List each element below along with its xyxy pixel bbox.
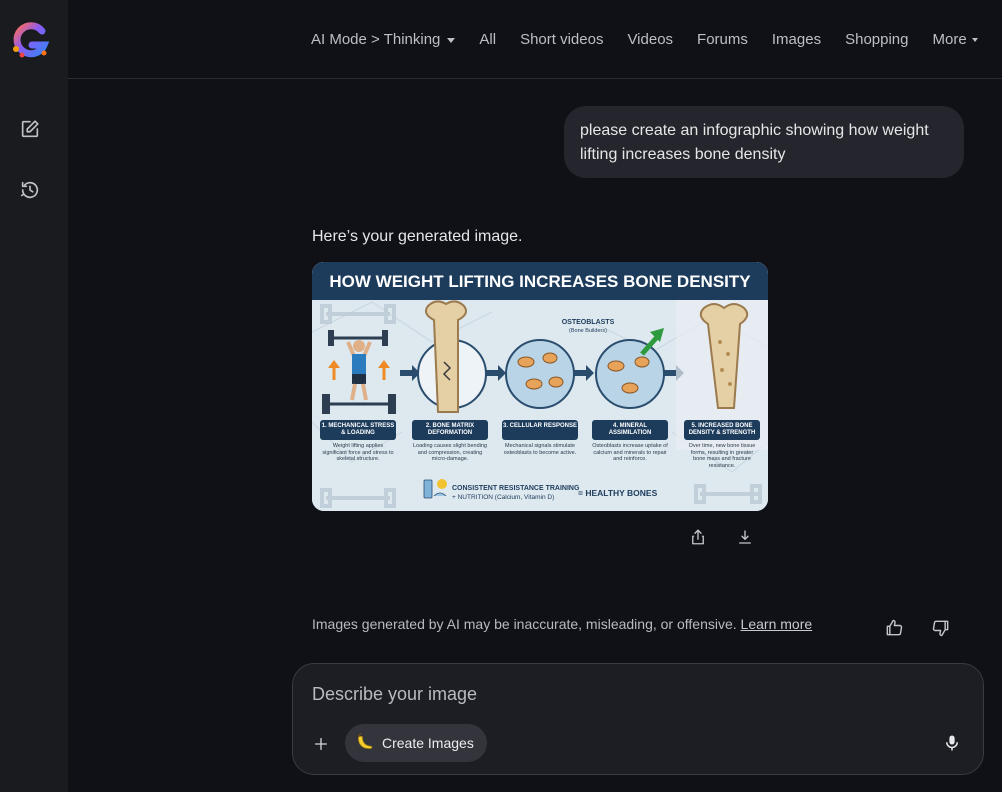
disclaimer-text: Images generated by AI may be inaccurate…	[312, 616, 737, 632]
download-icon	[739, 530, 751, 544]
step-1-desc: Weight lifting applies significant force…	[322, 443, 394, 462]
share-icon	[692, 529, 704, 545]
share-button[interactable]	[686, 525, 710, 549]
search-tabs: AI Mode > Thinking All Short videos Vide…	[311, 31, 978, 48]
step-1-title: 1. MECHANICAL STRESS & LOADING	[321, 423, 395, 436]
generated-image[interactable]: HOW WEIGHT LIFTING INCREASES BONE DENSIT…	[312, 262, 768, 511]
microphone-icon	[946, 735, 958, 751]
infographic-title: HOW WEIGHT LIFTING INCREASES BONE DENSIT…	[329, 272, 751, 291]
banana-icon	[354, 731, 376, 756]
thumbs-down-button[interactable]	[929, 616, 953, 640]
thumbs-up-icon	[886, 619, 903, 636]
edit-icon	[21, 120, 39, 138]
tab-images[interactable]: Images	[772, 31, 821, 48]
top-bar: AI Mode > Thinking All Short videos Vide…	[68, 0, 1002, 79]
history-button[interactable]	[14, 174, 46, 206]
tab-shopping[interactable]: Shopping	[845, 31, 908, 48]
google-g-logo-icon[interactable]	[8, 19, 52, 63]
step-5-title: 5. INCREASED BONE DENSITY & STRENGTH	[688, 423, 756, 436]
add-attachment-button[interactable]	[309, 732, 333, 756]
voice-input-button[interactable]	[940, 731, 964, 755]
ai-disclaimer: Images generated by AI may be inaccurate…	[312, 616, 812, 632]
chevron-down-icon	[447, 37, 456, 43]
user-message-bubble: please create an infographic showing how…	[564, 106, 964, 178]
thumbs-down-icon	[932, 620, 949, 637]
footer-result: = HEALTHY BONES	[578, 488, 658, 498]
chevron-down-icon	[971, 38, 978, 42]
footer-line-2: + NUTRITION (Calcium, Vitamin D)	[452, 494, 554, 501]
tab-videos[interactable]: Videos	[627, 31, 673, 48]
tab-ai-mode[interactable]: AI Mode > Thinking	[311, 31, 456, 48]
footer-line-1: CONSISTENT RESISTANCE TRAINING	[452, 485, 580, 492]
response-text: Here’s your generated image.	[312, 228, 523, 245]
step-2-desc: Loading causes slight bending and compre…	[412, 443, 487, 462]
osteoblasts-sub: (Bone Builders)	[569, 328, 607, 334]
create-images-chip[interactable]: Create Images	[345, 724, 487, 762]
tab-short-videos[interactable]: Short videos	[520, 31, 603, 48]
tab-forums[interactable]: Forums	[697, 31, 748, 48]
osteoblasts-label: OSTEOBLASTS	[562, 319, 615, 326]
prompt-input[interactable]	[312, 684, 872, 705]
user-message-text: please create an infographic showing how…	[580, 122, 929, 163]
learn-more-link[interactable]: Learn more	[741, 616, 813, 632]
prompt-composer: Create Images	[292, 663, 984, 775]
step-2-title: 2. BONE MATRIX DEFORMATION	[425, 423, 475, 436]
step-4-desc: Osteoblasts increase uptake of calcium a…	[592, 443, 668, 462]
step-4-title: 4. MINERAL ASSIMILATION	[608, 423, 652, 436]
step-3-desc: Mechanical signals stimulate osteoblasts…	[503, 443, 577, 456]
left-rail	[0, 0, 68, 792]
tab-more[interactable]: More	[933, 31, 978, 48]
step-5-desc: Over time, new bone tissue forms, result…	[688, 443, 756, 469]
history-icon	[20, 181, 39, 199]
plus-icon	[315, 738, 327, 750]
tab-all[interactable]: All	[479, 31, 496, 48]
create-images-label: Create Images	[382, 735, 474, 751]
new-chat-button[interactable]	[14, 113, 46, 145]
download-button[interactable]	[733, 525, 757, 549]
thumbs-up-button[interactable]	[882, 616, 906, 640]
step-3-title: 3. CELLULAR RESPONSE	[502, 423, 577, 429]
